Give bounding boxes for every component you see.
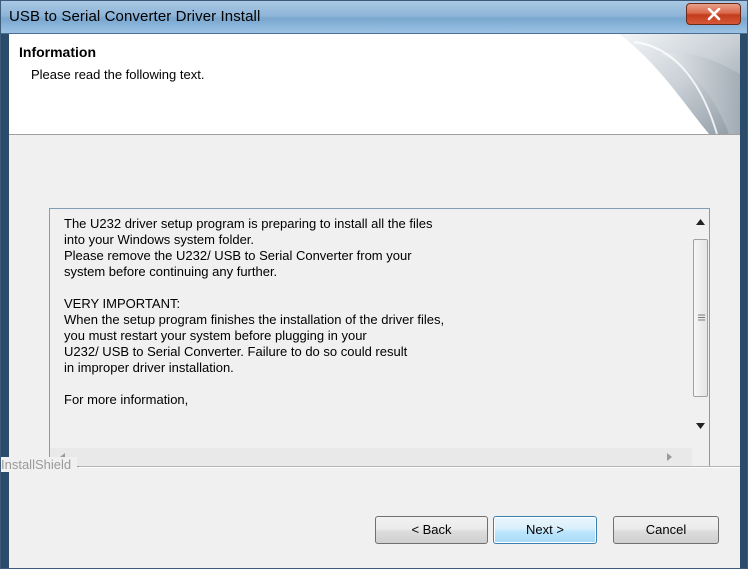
scroll-down-icon[interactable] <box>696 423 705 429</box>
vertical-scroll-thumb[interactable] <box>693 239 708 397</box>
dialog-header: Information Please read the following te… <box>9 34 740 135</box>
back-button[interactable]: < Back <box>375 516 488 544</box>
scroll-up-icon[interactable] <box>696 219 705 225</box>
close-icon <box>707 8 721 21</box>
installshield-label: InstallShield <box>1 457 78 472</box>
next-button[interactable]: Next > <box>493 516 597 544</box>
license-text-box[interactable]: The U232 driver setup program is prepari… <box>49 208 710 467</box>
scrollbar-corner <box>692 448 709 466</box>
scroll-right-icon[interactable] <box>667 453 672 461</box>
footer-divider <box>79 466 740 468</box>
title-bar[interactable]: USB to Serial Converter Driver Install <box>1 1 747 34</box>
vertical-scrollbar[interactable] <box>692 209 709 448</box>
dialog-content: Information Please read the following te… <box>1 34 740 568</box>
scroll-grip-icon <box>698 314 705 321</box>
close-button[interactable] <box>686 3 741 25</box>
information-text: The U232 driver setup program is prepari… <box>64 216 445 407</box>
horizontal-scrollbar[interactable] <box>50 448 693 466</box>
header-subtitle: Please read the following text. <box>31 67 205 82</box>
cancel-button[interactable]: Cancel <box>613 516 719 544</box>
header-graphic <box>619 34 740 134</box>
installer-window: USB to Serial Converter Driver Install I… <box>0 0 748 569</box>
header-title: Information <box>19 44 96 60</box>
window-title: USB to Serial Converter Driver Install <box>9 8 261 25</box>
